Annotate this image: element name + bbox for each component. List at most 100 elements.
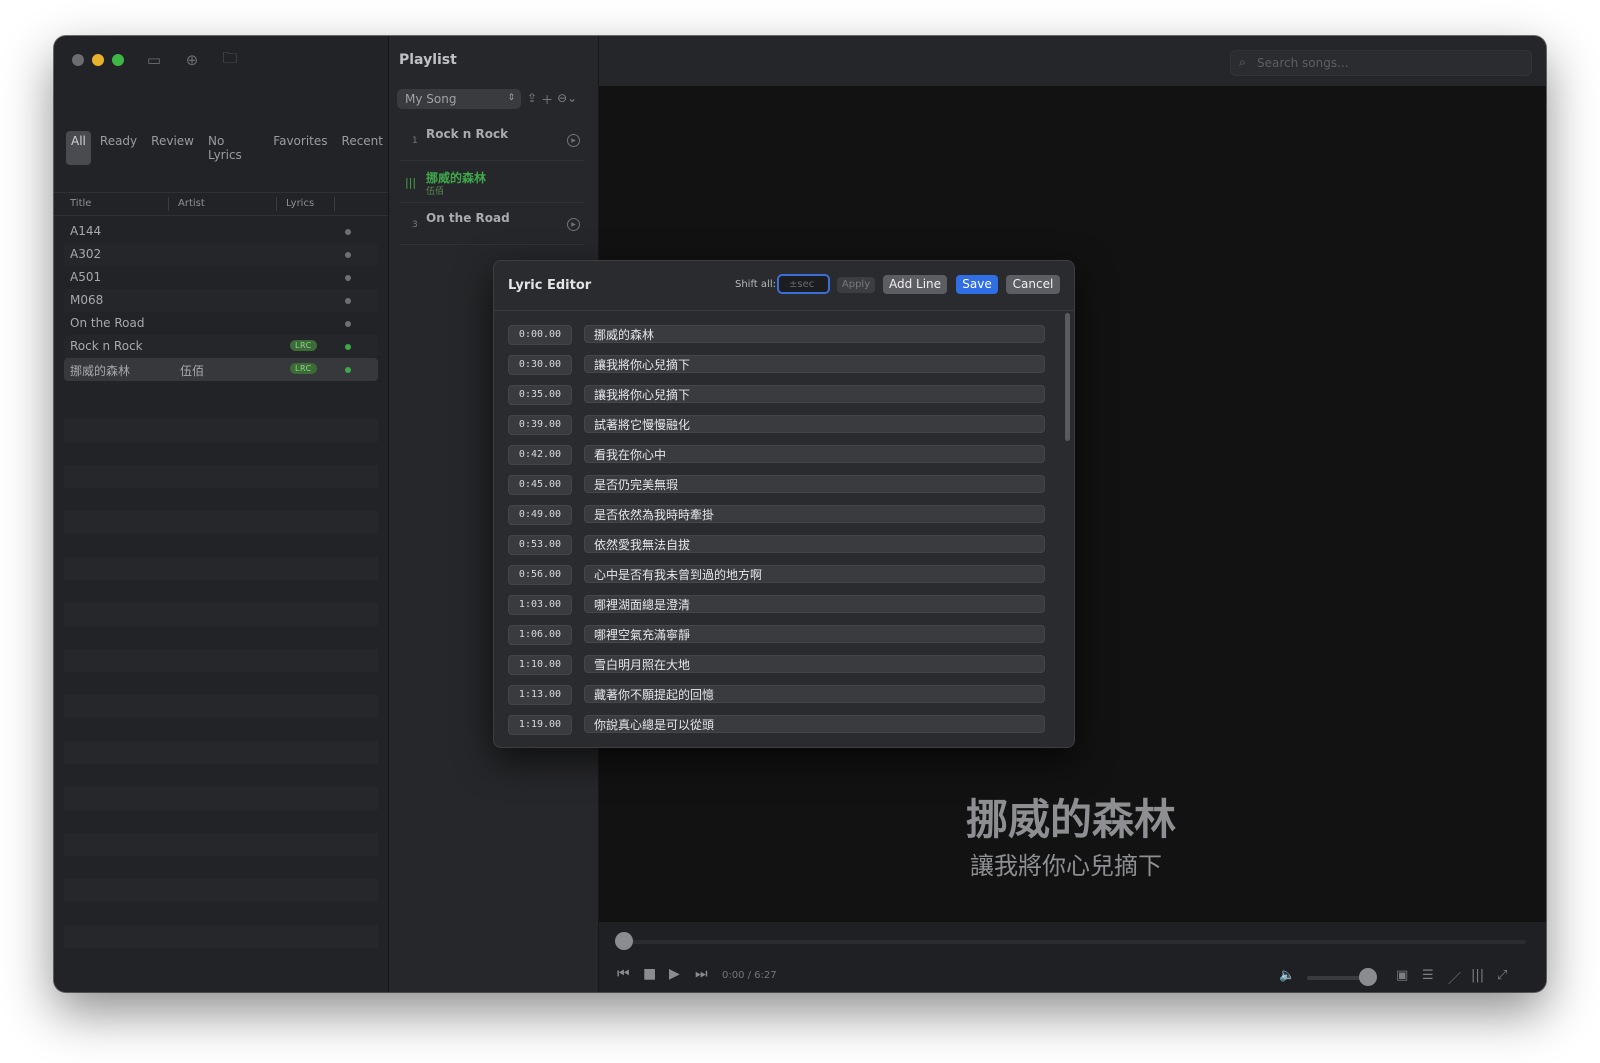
timestamp-field[interactable]: 1:19.00 [508,715,572,735]
song-row[interactable]: A144 [64,220,378,243]
lyric-text-field[interactable]: 雪白明月照在大地 [584,655,1045,673]
add-circle-icon[interactable]: ⊕ [182,50,202,70]
plus-icon[interactable]: ＋ [541,91,553,108]
play-circle-icon[interactable]: ▶ [567,134,580,147]
search-placeholder: Search songs... [1257,56,1349,70]
lyric-text-field[interactable]: 讓我將你心兒摘下 [584,355,1045,373]
filter-ready[interactable]: Ready [95,131,142,165]
folder-add-icon[interactable]: 🗀 [220,49,240,70]
lyric-text-field[interactable]: 依然愛我無法自拔 [584,535,1045,553]
playlist-item[interactable]: 1 Rock n Rock ▶ [399,120,584,161]
lrc-badge: LRC [290,363,317,374]
save-button[interactable]: Save [956,275,998,294]
add-line-button[interactable]: Add Line [883,275,947,294]
sidebar-toggle-icon[interactable]: ▭ [144,50,164,70]
playlist-item-name: On the Road [426,211,510,225]
search-field[interactable]: ⌕ Search songs... [1230,50,1532,76]
volume-icon[interactable]: 🔈 [1279,968,1295,983]
progress-track[interactable] [618,940,1526,944]
filter-recent[interactable]: Recent [337,131,388,165]
song-row[interactable]: On the Road [64,312,378,335]
lyric-text-field[interactable]: 是否依然為我時時牽掛 [584,505,1045,523]
song-row[interactable]: M068 [64,289,378,312]
column-lyrics[interactable]: Lyrics [286,198,314,209]
play-icon[interactable]: ▶ [669,966,680,982]
lyric-text-field[interactable]: 哪裡湖面總是澄清 [584,595,1045,613]
lyric-line: 1:10.00 雪白明月照在大地 [508,654,1048,676]
column-artist[interactable]: Artist [178,198,205,209]
timestamp-field[interactable]: 1:10.00 [508,655,572,675]
song-title: A144 [70,224,102,238]
timestamp-field[interactable]: 1:06.00 [508,625,572,645]
lyric-line: 0:56.00 心中是否有我未曾到過的地方啊 [508,564,1048,586]
song-title: 挪威的森林 [70,364,131,378]
lyric-text-field[interactable]: 心中是否有我未曾到過的地方啊 [584,565,1045,583]
column-title[interactable]: Title [70,198,91,209]
empty-list-rows [64,396,378,948]
lyric-text-field[interactable]: 看我在你心中 [584,445,1045,463]
lyric-text-field[interactable]: 試著將它慢慢融化 [584,415,1045,433]
waveform-icon[interactable]: ||| [1471,968,1484,983]
cancel-button[interactable]: Cancel [1006,275,1060,294]
apply-button[interactable]: Apply [837,277,875,293]
timestamp-field[interactable]: 0:42.00 [508,445,572,465]
column-separator [276,197,277,211]
song-row[interactable]: A302 [64,243,378,266]
lyric-text-field[interactable]: 藏著你不願提起的回憶 [584,685,1045,703]
playlist-item-playing[interactable]: ||| 挪威的森林 伍佰 [399,162,584,203]
playlist-title: Playlist [399,52,457,68]
lyrics-status-dot [345,367,351,373]
filter-favorites[interactable]: Favorites [268,131,332,165]
playlist-item-name: Rock n Rock [426,127,509,141]
lyric-line: 0:45.00 是否仍完美無瑕 [508,474,1048,496]
shift-seconds-input[interactable]: ±sec [777,274,830,294]
next-track-icon[interactable]: ⏭ [695,966,708,982]
export-icon[interactable]: ⇪ [527,91,537,108]
lyric-text-field[interactable]: 讓我將你心兒摘下 [584,385,1045,403]
minimize-window-button[interactable] [92,54,104,66]
lyric-text-field[interactable]: 挪威的森林 [584,325,1045,343]
timestamp-field[interactable]: 1:03.00 [508,595,572,615]
chevron-updown-icon: ⇕ [507,93,515,103]
filter-review[interactable]: Review [146,131,199,165]
timestamp-field[interactable]: 0:30.00 [508,355,572,375]
lyrics-status-dot [345,298,351,304]
dialog-scrollbar[interactable] [1065,313,1070,441]
song-row[interactable]: Rock n Rock LRC [64,335,378,358]
playback-time: 0:00 / 6:27 [722,970,777,981]
timestamp-field[interactable]: 0:45.00 [508,475,572,495]
stop-icon[interactable]: ■ [643,966,656,982]
song-row-selected[interactable]: 挪威的森林 伍佰 LRC [64,358,378,381]
timestamp-field[interactable]: 0:00.00 [508,325,572,345]
more-menu-icon[interactable]: ⊖⌄ [557,91,577,108]
song-title: A302 [70,247,102,261]
timestamp-field[interactable]: 0:56.00 [508,565,572,585]
lyric-line: 0:39.00 試著將它慢慢融化 [508,414,1048,436]
song-row[interactable]: A501 [64,266,378,289]
playlist-select[interactable]: My Song ⇕ [397,89,521,109]
play-circle-icon[interactable]: ▶ [567,218,580,231]
lyrics-bubble-icon[interactable]: ▣ [1396,968,1408,983]
fullscreen-icon[interactable]: ⤢ [1497,968,1507,983]
timestamp-field[interactable]: 0:53.00 [508,535,572,555]
sliders-icon[interactable]: ☰ [1422,968,1434,983]
timestamp-field[interactable]: 0:39.00 [508,415,572,435]
edit-pen-icon[interactable]: ／ [1448,968,1461,987]
filter-no-lyrics[interactable]: No Lyrics [203,131,264,165]
dialog-divider [494,310,1074,311]
lyric-text-field[interactable]: 你說真心總是可以從頭 [584,715,1045,733]
previous-track-icon[interactable]: ⏮ [617,966,630,982]
playlist-item[interactable]: 3 On the Road ▶ [399,204,584,245]
progress-knob[interactable] [615,932,633,950]
lyric-text-field[interactable]: 哪裡空氣充滿寧靜 [584,625,1045,643]
filter-all[interactable]: All [66,131,91,165]
volume-knob[interactable] [1359,968,1377,986]
close-window-button[interactable] [72,54,84,66]
timestamp-field[interactable]: 0:49.00 [508,505,572,525]
zoom-window-button[interactable] [112,54,124,66]
timestamp-field[interactable]: 1:13.00 [508,685,572,705]
lyric-text-field[interactable]: 是否仍完美無瑕 [584,475,1045,493]
column-separator [334,197,335,211]
timestamp-field[interactable]: 0:35.00 [508,385,572,405]
lyrics-status-dot [345,275,351,281]
